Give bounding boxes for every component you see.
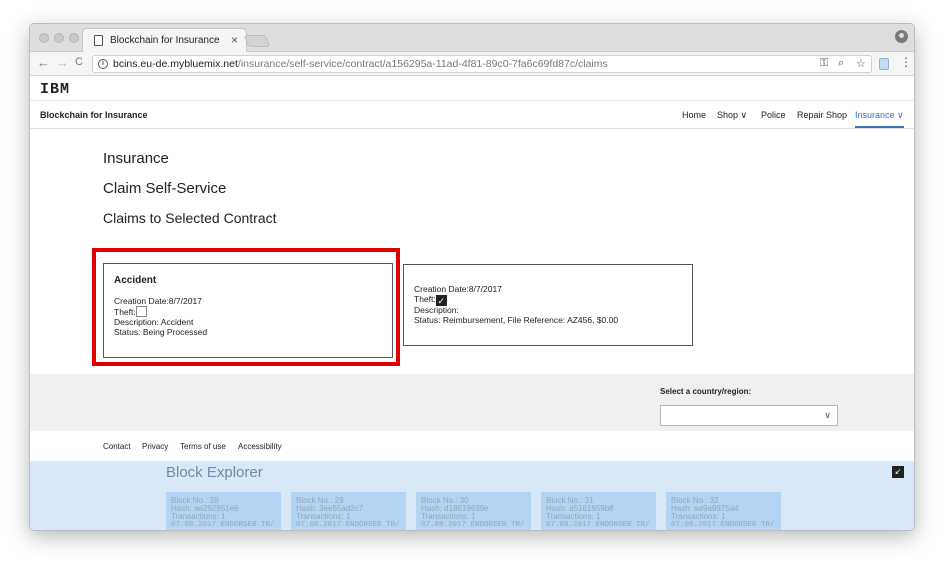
block-entry: 07.08.2017 ENDORSER TR/	[171, 521, 275, 529]
block-card[interactable]: Block No.: 31 Hash: a5161659b8 Transacti…	[541, 492, 656, 530]
maximize-window-button[interactable]	[69, 33, 79, 43]
tab-title: Blockchain for Insurance	[110, 35, 220, 46]
star-icon[interactable]: ☆	[856, 57, 866, 70]
claim-creation-date: Creation Date:8/7/2017	[414, 284, 502, 294]
block-transactions: Transactions: 1	[296, 512, 351, 521]
block-transactions: Transactions: 1	[671, 512, 726, 521]
block-explorer: Block Explorer ↙ Block No.: 28 Hash: ae2…	[30, 461, 914, 530]
country-select[interactable]: ∨	[660, 405, 838, 426]
claim-status: Status: Reimbursement, File Reference: A…	[414, 315, 619, 325]
footer-link-privacy[interactable]: Privacy	[142, 442, 168, 451]
block-transactions: Transactions: 1	[171, 512, 226, 521]
key-icon[interactable]: ⚿	[820, 57, 828, 70]
menu-icon[interactable]: ⋮	[900, 55, 912, 69]
page: IBM Blockchain for Insurance Home Shop ∨…	[30, 77, 914, 530]
collapse-icon[interactable]: ↙	[892, 466, 904, 478]
zoom-icon[interactable]: ⌕	[838, 57, 844, 70]
ibm-masthead: IBM	[30, 77, 914, 101]
block-entry: 07.08.2017 ENDORSER TR/	[546, 521, 650, 529]
browser-window: Blockchain for Insurance × ← → C i bcins…	[29, 23, 915, 531]
claim-description: Description:	[414, 305, 459, 315]
url-text: bcins.eu-de.mybluemix.net/insurance/self…	[113, 58, 608, 70]
page-title: Insurance	[103, 150, 169, 167]
nav-shop[interactable]: Shop ∨	[717, 110, 747, 121]
block-card[interactable]: Block No.: 32 Hash: aa9a9975a4 Transacti…	[666, 492, 781, 530]
block-explorer-title: Block Explorer	[166, 464, 263, 481]
document-icon	[94, 35, 103, 46]
info-icon[interactable]: i	[98, 59, 108, 69]
tab-close-icon[interactable]: ×	[231, 33, 238, 47]
forward-icon[interactable]: →	[56, 55, 69, 70]
ibm-logo[interactable]: IBM	[40, 81, 70, 98]
nav-home[interactable]: Home	[682, 110, 706, 120]
locale-band: Select a country/region: ∨	[30, 374, 914, 431]
browser-toolbar: ← → C i bcins.eu-de.mybluemix.net/insura…	[30, 52, 914, 76]
selection-highlight	[92, 248, 400, 366]
close-window-button[interactable]	[39, 33, 49, 43]
block-transactions: Transactions: 1	[546, 512, 601, 521]
footer: Contact Privacy Terms of use Accessibili…	[30, 431, 914, 461]
section-heading: Claims to Selected Contract	[103, 210, 277, 226]
footer-link-terms[interactable]: Terms of use	[180, 442, 226, 451]
site-nav: Blockchain for Insurance Home Shop ∨ Pol…	[30, 101, 914, 129]
page-subtitle: Claim Self-Service	[103, 180, 227, 197]
nav-insurance[interactable]: Insurance ∨	[855, 110, 904, 128]
address-bar[interactable]: i bcins.eu-de.mybluemix.net/insurance/se…	[92, 55, 872, 73]
back-icon[interactable]: ←	[37, 55, 50, 70]
block-entry: 07.08.2017 ENDORSER TR/	[421, 521, 525, 529]
block-entry: 07.08.2017 ENDORSER TR/	[296, 521, 400, 529]
profile-icon[interactable]	[895, 30, 908, 43]
footer-link-contact[interactable]: Contact	[103, 442, 131, 451]
extension-icon[interactable]	[879, 58, 889, 70]
footer-link-accessibility[interactable]: Accessibility	[238, 442, 282, 451]
nav-police[interactable]: Police	[761, 110, 786, 120]
minimize-window-button[interactable]	[54, 33, 64, 43]
browser-tab[interactable]: Blockchain for Insurance ×	[82, 28, 247, 53]
reload-icon[interactable]: C	[75, 56, 83, 68]
chevron-down-icon: ∨	[824, 410, 831, 420]
block-card[interactable]: Block No.: 30 Hash: d18619639e Transacti…	[416, 492, 531, 530]
site-brand[interactable]: Blockchain for Insurance	[40, 110, 148, 120]
block-card[interactable]: Block No.: 29 Hash: 3ee55ad2c7 Transacti…	[291, 492, 406, 530]
block-entry: 07.08.2017 ENDORSER TR/	[671, 521, 775, 529]
country-label: Select a country/region:	[660, 387, 752, 396]
block-card[interactable]: Block No.: 28 Hash: ae292951e6 Transacti…	[166, 492, 281, 530]
nav-repair-shop[interactable]: Repair Shop	[797, 110, 847, 120]
title-bar: Blockchain for Insurance ×	[30, 24, 914, 53]
block-transactions: Transactions: 1	[421, 512, 476, 521]
claim-card[interactable]: Creation Date:8/7/2017 Theft: ✓ Descripti…	[403, 264, 693, 346]
new-tab-button[interactable]	[243, 35, 271, 47]
